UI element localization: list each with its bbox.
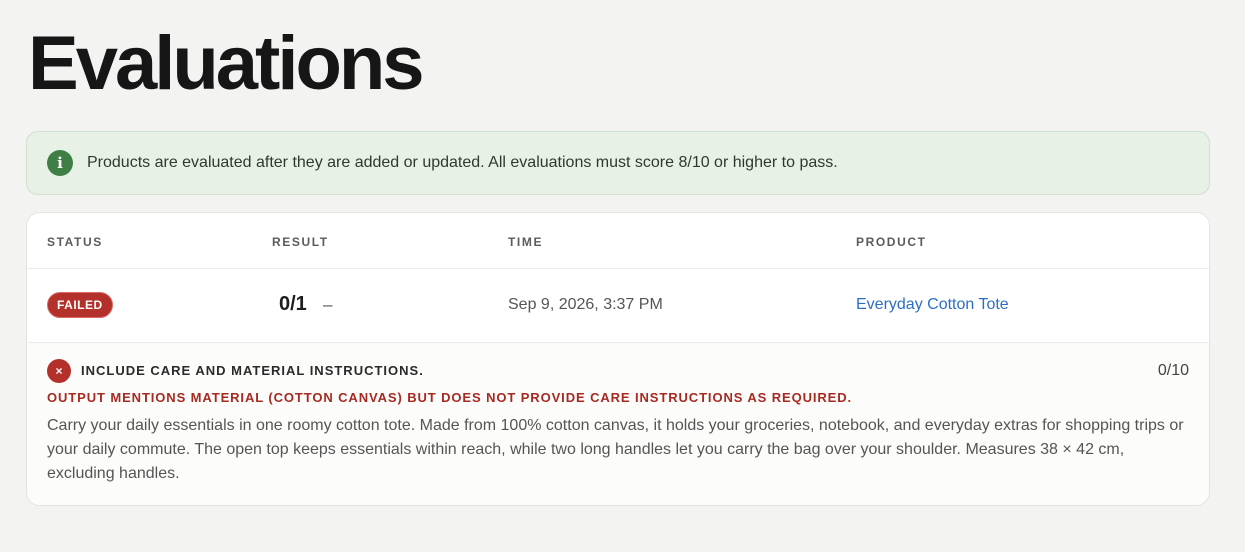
info-banner: i Products are evaluated after they are …: [26, 131, 1210, 195]
table-row[interactable]: FAILED 0/1 – Sep 9, 2026, 3:37 PM Everyd…: [27, 269, 1209, 343]
column-header-status[interactable]: STATUS: [47, 235, 103, 249]
column-header-product[interactable]: PRODUCT: [856, 235, 927, 249]
criterion-reason: OUTPUT MENTIONS MATERIAL (COTTON CANVAS)…: [47, 390, 853, 405]
criteria-detail: × INCLUDE CARE AND MATERIAL INSTRUCTIONS…: [27, 343, 1209, 505]
evaluated-output-text: Carry your daily essentials in one roomy…: [47, 417, 1184, 482]
fail-icon: ×: [47, 359, 71, 383]
page-title: Evaluations: [28, 21, 425, 106]
info-banner-text: Products are evaluated after they are ad…: [87, 154, 838, 171]
column-header-result[interactable]: RESULT: [272, 235, 329, 249]
column-header-time[interactable]: TIME: [508, 235, 543, 249]
status-badge: FAILED: [47, 292, 113, 318]
info-icon: i: [47, 150, 73, 176]
criterion-title: INCLUDE CARE AND MATERIAL INSTRUCTIONS.: [81, 363, 424, 378]
table-header: STATUS RESULT TIME PRODUCT: [27, 213, 1209, 269]
result-score: 0/1: [279, 293, 307, 315]
product-link[interactable]: Everyday Cotton Tote: [856, 296, 1009, 314]
criterion-score: 0/10: [1157, 362, 1189, 379]
evaluations-table: STATUS RESULT TIME PRODUCT FAILED 0/1 – …: [26, 212, 1210, 506]
result-extra: –: [323, 295, 333, 314]
evaluation-time: Sep 9, 2026, 3:37 PM: [508, 296, 663, 313]
